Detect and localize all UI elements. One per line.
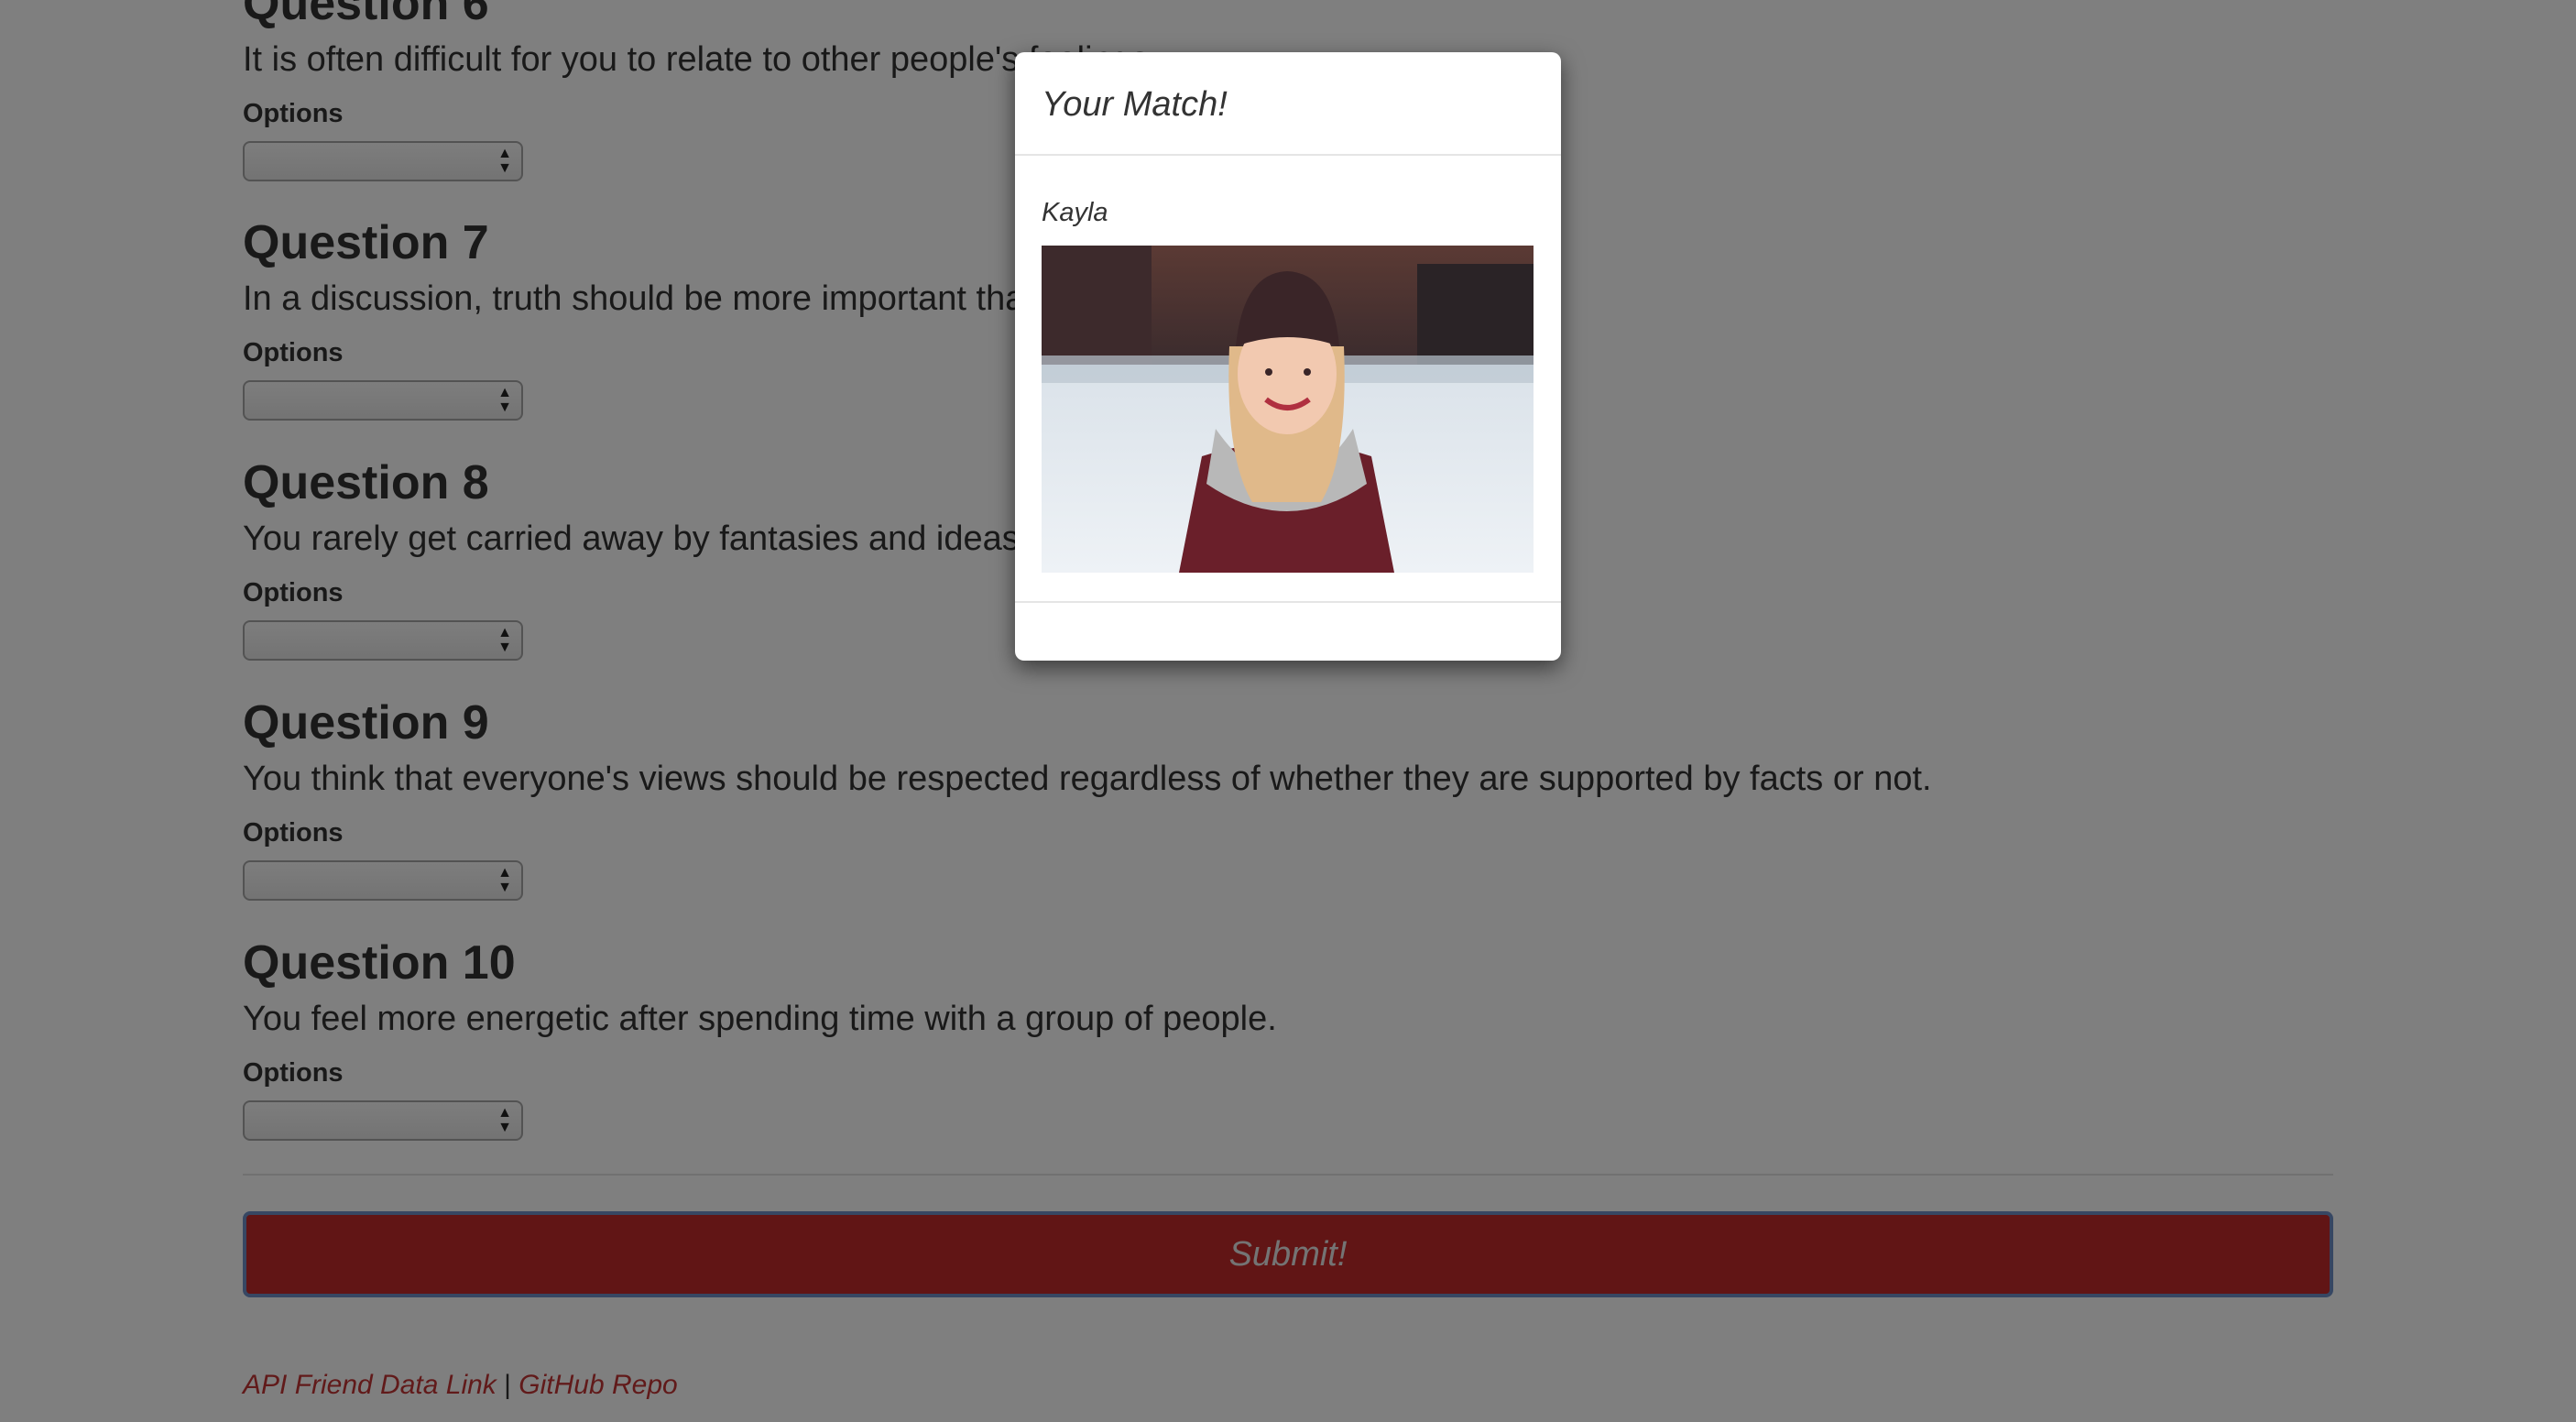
survey-page: Question 6 It is often difficult for you… <box>0 0 2576 1422</box>
modal-footer <box>1015 601 1561 661</box>
modal-header: Your Match! <box>1015 52 1561 156</box>
match-modal: Your Match! Kayla <box>1015 52 1561 661</box>
match-photo <box>1042 246 1534 573</box>
modal-body: Kayla <box>1015 196 1561 573</box>
match-photo-image <box>1042 246 1534 573</box>
modal-title: Your Match! <box>1042 85 1228 124</box>
match-name: Kayla <box>1042 198 1108 227</box>
